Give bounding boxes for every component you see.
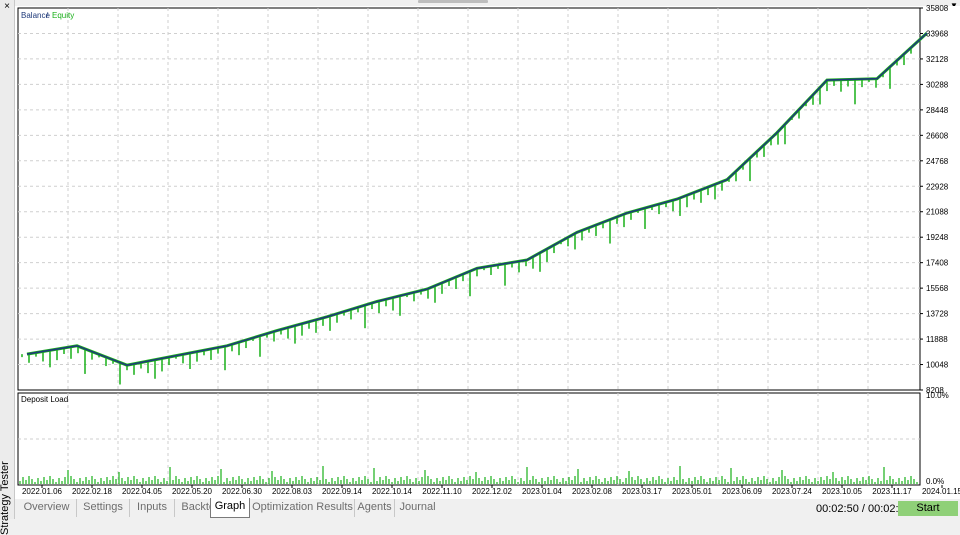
x-tick-label: 2022.02.18	[72, 487, 113, 496]
y-tick-label: 17408	[926, 259, 949, 268]
x-tick-label: 2023.10.05	[822, 487, 863, 496]
balance-plot-frame	[17, 7, 921, 391]
x-tick-label: 2023.01.04	[522, 487, 563, 496]
tab-agents[interactable]: Agents	[355, 499, 395, 517]
y-tick-label: 10048	[926, 361, 949, 370]
x-tick-label: 2022.01.06	[22, 487, 63, 496]
y-tick-label: 24768	[926, 157, 949, 166]
x-tick-label: 2022.12.02	[472, 487, 513, 496]
y-tick-label: 19248	[926, 233, 949, 242]
deposit-load-tick-label: 0.0%	[926, 477, 944, 486]
x-tick-label: 2023.02.08	[572, 487, 613, 496]
y-tick-label: 15568	[926, 284, 949, 293]
y-tick-label: 33968	[926, 29, 949, 38]
deposit-load-title: Deposit Load	[21, 395, 68, 404]
x-tick-label: 2022.05.20	[172, 487, 213, 496]
x-tick-label: 2022.09.14	[322, 487, 363, 496]
x-tick-label: 2023.07.24	[772, 487, 813, 496]
y-tick-label: 28448	[926, 106, 949, 115]
y-tick-label: 32128	[926, 55, 949, 64]
x-tick-label: 2022.04.05	[122, 487, 163, 496]
y-tick-label: 21088	[926, 208, 949, 217]
test-timer: 00:02:50 / 00:02:50	[816, 503, 911, 515]
x-tick-label: 2022.06.30	[222, 487, 263, 496]
legend-equity: Equity	[52, 11, 74, 20]
x-tick-label: 2023.05.01	[672, 487, 713, 496]
y-tick-label: 30288	[926, 80, 949, 89]
y-tick-label: 26608	[926, 131, 949, 140]
tab-graph[interactable]: Graph	[210, 498, 250, 518]
deposit-load-tick-label: 10.0%	[926, 391, 949, 400]
x-tick-label: 2023.03.17	[622, 487, 663, 496]
x-tick-label: 2022.11.10	[422, 487, 462, 496]
tab-optimization-results[interactable]: Optimization Results	[251, 499, 355, 517]
y-tick-label: 22928	[926, 182, 949, 191]
x-tick-label: 2023.11.17	[872, 487, 912, 496]
tab-overview[interactable]: Overview	[17, 499, 77, 517]
strategy-tester-graph: 8208100481188813728155681740819248210882…	[15, 4, 960, 499]
tab-journal[interactable]: Journal	[395, 499, 440, 517]
tab-settings[interactable]: Settings	[77, 499, 130, 517]
start-button[interactable]: Start	[898, 501, 958, 516]
x-tick-label: 2023.06.09	[722, 487, 763, 496]
x-tick-label: 2022.08.03	[272, 487, 313, 496]
x-tick-label: 2024.01.15	[922, 487, 960, 496]
y-tick-label: 13728	[926, 310, 949, 319]
y-tick-label: 35808	[926, 4, 949, 13]
x-tick-label: 2022.10.14	[372, 487, 413, 496]
y-tick-label: 11888	[926, 335, 948, 344]
tab-inputs[interactable]: Inputs	[130, 499, 175, 517]
